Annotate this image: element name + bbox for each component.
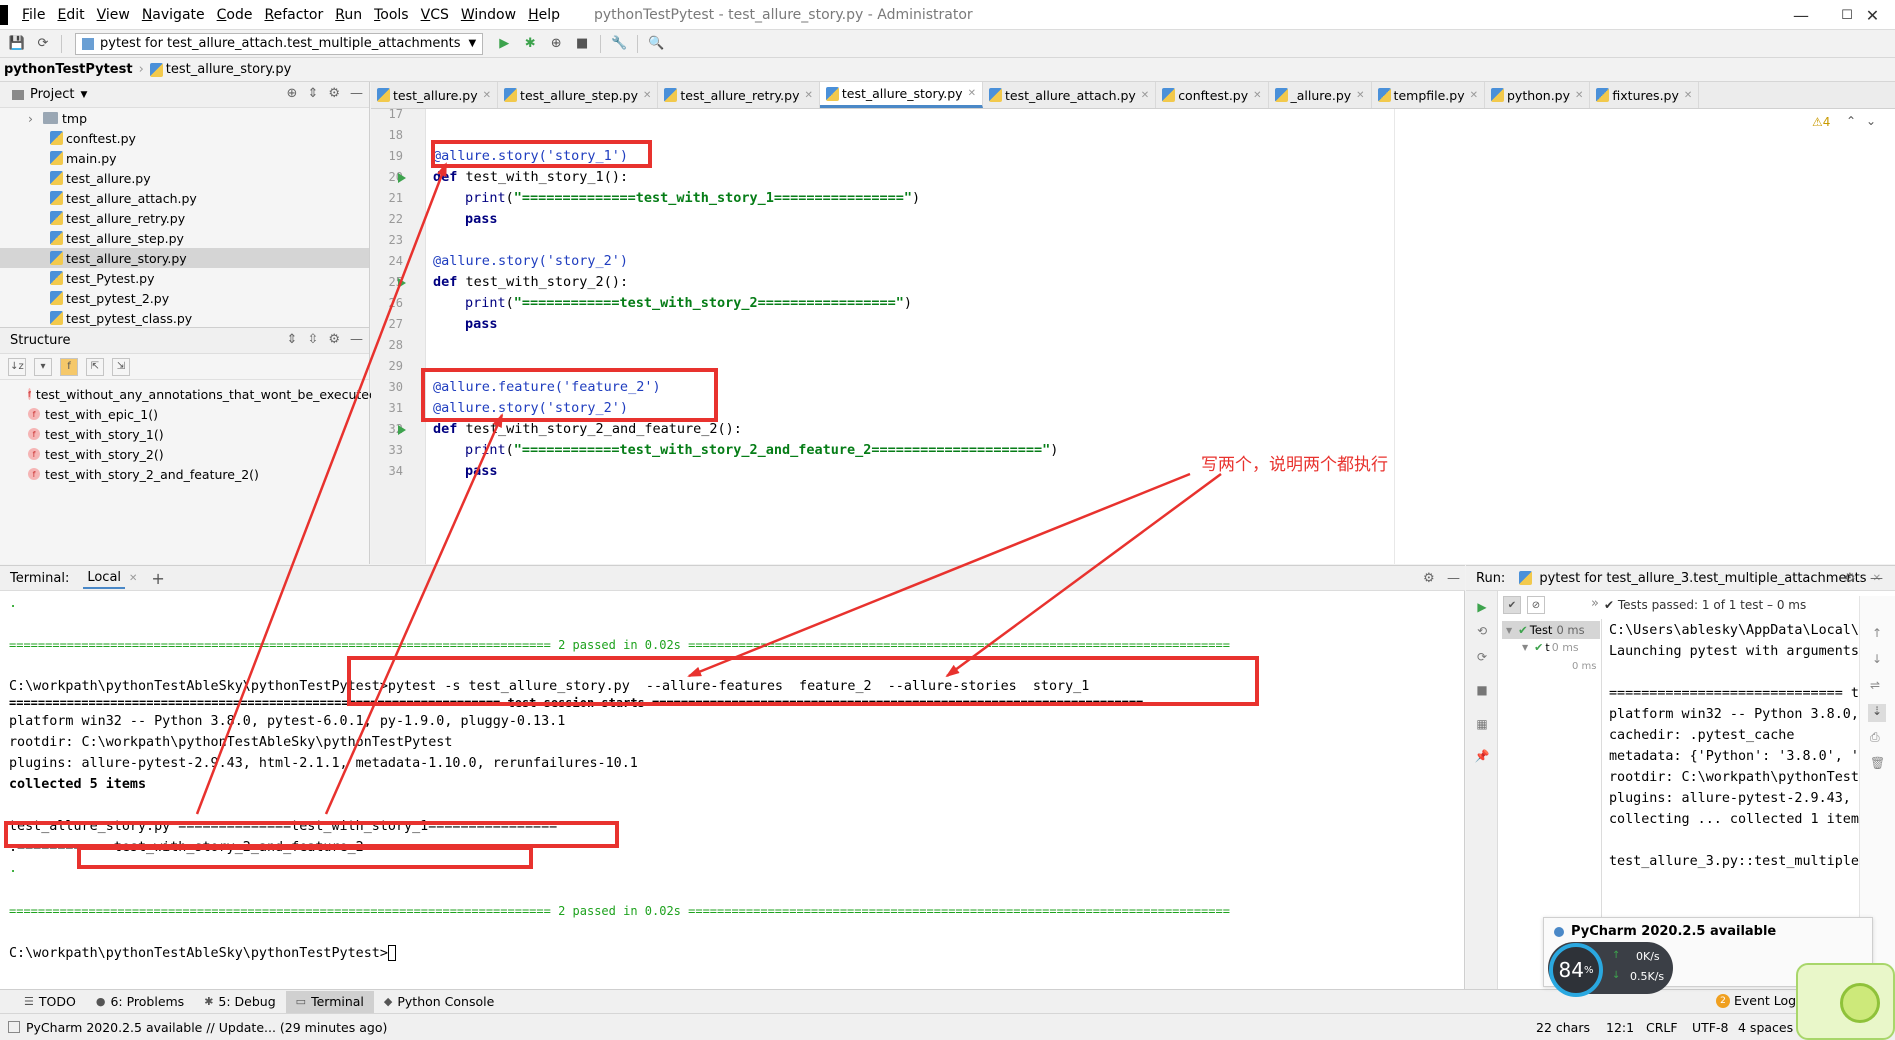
annotation-arrows xyxy=(195,162,1222,815)
arrow-output-to-feature xyxy=(324,413,504,815)
arrow-note-to-stories xyxy=(945,472,1222,678)
arrow-note-to-features xyxy=(687,472,1191,678)
arrow-output-to-story-1 xyxy=(195,162,448,815)
